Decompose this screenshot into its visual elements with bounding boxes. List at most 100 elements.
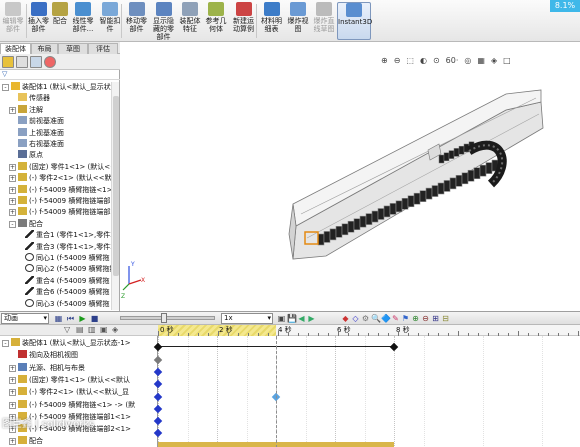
expand-icon[interactable]: + — [9, 376, 16, 384]
expand-icon[interactable]: + — [9, 209, 16, 217]
motion-tree-item[interactable]: 视向及相机视图 — [9, 350, 159, 361]
toolbar-button-7[interactable]: 装配体 特征 — [177, 2, 203, 40]
motion-tree-item[interactable]: + (固定) 零件1<1> (默认<<默认 — [9, 374, 159, 386]
tree-filter[interactable]: ▽ — [0, 70, 120, 80]
stop-icon[interactable]: ■ — [90, 314, 99, 323]
expand-icon[interactable]: + — [9, 389, 16, 397]
filter-driving-icon[interactable]: ▥ — [88, 325, 96, 334]
motion-tool-icon[interactable]: 🔍 — [371, 314, 381, 323]
tree-item[interactable]: 右视基准面 — [9, 139, 112, 150]
expand-icon[interactable]: + — [9, 163, 16, 171]
toolbar-button-5[interactable]: 移动零 部件 — [123, 2, 150, 40]
keypoint[interactable] — [389, 342, 399, 352]
motion-tool-icon[interactable]: ⚑ — [401, 314, 410, 323]
study-type-select[interactable]: 动画 — [1, 313, 49, 324]
toolbar-button-1[interactable]: 插入零 部件 — [26, 2, 51, 40]
tree-item[interactable]: 同心1 (f-54009 横臂拖 — [16, 253, 112, 264]
collapse-icon[interactable]: - — [9, 220, 16, 228]
expand-icon[interactable]: + — [9, 198, 16, 205]
filter-results-icon[interactable]: ◈ — [112, 325, 118, 334]
expand-icon[interactable]: + — [9, 175, 16, 183]
feature-tree-tab-icon[interactable] — [2, 56, 14, 68]
cm-tab[interactable]: 草图 — [58, 43, 88, 54]
motion-tool-icon[interactable]: ◀ — [297, 314, 306, 323]
motion-tree-item[interactable]: - 装配体1 (默认<默认_显示状态-1> — [2, 338, 152, 349]
property-manager-tab-icon[interactable] — [16, 56, 28, 68]
timeline[interactable]: 0 秒2 秒4 秒6 秒8 秒 — [153, 325, 580, 447]
tree-item[interactable]: 传感器 — [9, 93, 112, 104]
toolbar-button-6[interactable]: 显示隐 藏的零部件 — [150, 2, 177, 41]
toolbar-button-9[interactable]: 新建运 动算例 — [229, 2, 258, 40]
tree-item[interactable]: + (-) f-54009 横臂拖链端部2 — [9, 207, 112, 218]
tree-item[interactable]: + (固定) 零件1<1> (默认<<默 — [9, 161, 112, 173]
current-time-bar[interactable] — [276, 336, 277, 447]
graphics-area[interactable]: ⊕ ⊖ ⬚ ◐ ⊙ 60· ◎ ▦ ◈ □ Y X Z — [121, 54, 580, 311]
tree-item[interactable]: 重合6 (f-54009 横臂拖 — [16, 287, 112, 298]
motion-tool-icon[interactable]: ⊖ — [421, 314, 430, 323]
toolbar-button-10[interactable]: 材料明 细表 — [258, 2, 285, 40]
tree-item[interactable]: - 装配体1 (默认<默认_显示状态- — [2, 82, 112, 93]
coincident-icon — [25, 241, 34, 250]
filter-animated-icon[interactable]: ▤ — [76, 325, 84, 334]
tree-item[interactable]: 上视基准面 — [9, 127, 112, 139]
tree-item[interactable]: 重合1 (零件1<1>,零件2 — [16, 230, 112, 241]
tree-item[interactable]: - 配合 — [9, 218, 112, 230]
motion-tool-icon[interactable]: ▶ — [307, 314, 316, 323]
toolbar-button-12[interactable]: 爆炸直 线草图 — [311, 2, 337, 40]
collapse-icon[interactable]: - — [2, 84, 9, 91]
motion-tool-icon[interactable]: ⚙ — [361, 314, 370, 323]
toolbar-button-13[interactable]: Instant3D — [337, 2, 372, 40]
tree-item[interactable]: + (-) 零件2<1> (默认<<默认> — [9, 173, 112, 184]
cm-tab[interactable]: 布局 — [31, 43, 58, 54]
motion-tool-icon[interactable]: ⊟ — [441, 314, 450, 323]
motion-tool-icon[interactable]: 🔷 — [381, 314, 391, 323]
motion-tree-item[interactable]: + 光源、相机与布景 — [9, 362, 159, 374]
toolbar-button-11[interactable]: 爆炸视图 — [285, 2, 311, 40]
toolbar-button-4[interactable]: 智能扣件 — [97, 2, 123, 40]
cm-tab[interactable]: 评估 — [88, 43, 118, 54]
collapse-icon[interactable]: - — [2, 340, 9, 347]
play-icon[interactable]: ▶ — [78, 314, 87, 323]
tree-item[interactable]: 前视基准面 — [9, 116, 112, 127]
filter-selected-icon[interactable]: ▣ — [100, 325, 108, 334]
tree-item[interactable]: + (-) f-54009 横臂拖链端部1- — [9, 196, 112, 207]
cable-chain-model[interactable]: Y X Z — [121, 54, 580, 311]
display-manager-tab-icon[interactable] — [44, 56, 56, 68]
expand-icon[interactable]: + — [9, 401, 16, 409]
toolbar-button-3[interactable]: 线性零 部件... — [69, 2, 97, 40]
motion-tree-item[interactable]: + (-) f-54009 横臂拖链<1> -> (默 — [9, 399, 159, 411]
motion-tool-icon[interactable]: ▣ — [277, 314, 286, 323]
expand-icon[interactable]: + — [9, 106, 16, 114]
feature-tree-scrollbar[interactable] — [111, 82, 119, 310]
motion-tool-icon[interactable]: ◇ — [351, 314, 360, 323]
play-from-start-icon[interactable]: ⏮ — [66, 314, 75, 323]
tree-item[interactable]: 重合3 (零件1<1>,零件2 — [16, 241, 112, 253]
toolbar-button-2[interactable]: 配合 — [51, 2, 69, 40]
motion-tool-icon[interactable]: ✎ — [391, 314, 400, 323]
motion-tree-item[interactable]: + 配合 — [9, 436, 159, 447]
motion-tool-icon[interactable]: ◆ — [341, 314, 350, 323]
motion-tool-icon[interactable]: ⊞ — [431, 314, 440, 323]
filter-icon[interactable]: ▽ — [64, 325, 70, 334]
tree-item[interactable]: 同心2 (f-54009 横臂拖链 — [16, 264, 112, 275]
timeline-ruler[interactable]: 0 秒2 秒4 秒6 秒8 秒 — [158, 325, 580, 336]
calculate-icon[interactable]: ▦ — [54, 314, 63, 323]
tree-item[interactable]: 重合4 (f-54009 横臂拖 — [16, 275, 112, 287]
tree-item[interactable]: 同心3 (f-54009 横臂拖 — [16, 298, 112, 310]
motion-tool-icon[interactable]: ⊕ — [411, 314, 420, 323]
motion-tree-item[interactable]: + (-) 零件2<1> (默认<<默认_显 — [9, 387, 159, 398]
configuration-manager-tab-icon[interactable] — [30, 56, 42, 68]
playback-speed-select[interactable]: 1x — [221, 313, 273, 324]
expand-icon[interactable]: + — [9, 186, 16, 194]
playback-slider[interactable] — [120, 313, 215, 323]
expand-icon[interactable]: + — [9, 364, 16, 372]
tree-item[interactable]: + 注解 — [9, 104, 112, 116]
expand-icon[interactable]: + — [9, 438, 16, 446]
motion-tool-icon[interactable]: 💾 — [287, 314, 297, 323]
tree-item[interactable]: 原点 — [9, 150, 112, 161]
toolbar-button-8[interactable]: 参考几 何体 — [203, 2, 229, 40]
cm-tab[interactable]: 装配体 — [0, 43, 31, 54]
tree-item[interactable]: + (-) f-54009 横臂拖链<1> - — [9, 184, 112, 196]
toolbar-button-0[interactable]: 编辑零 部件 — [0, 2, 26, 40]
filter-icon[interactable]: ▽ — [2, 70, 7, 78]
